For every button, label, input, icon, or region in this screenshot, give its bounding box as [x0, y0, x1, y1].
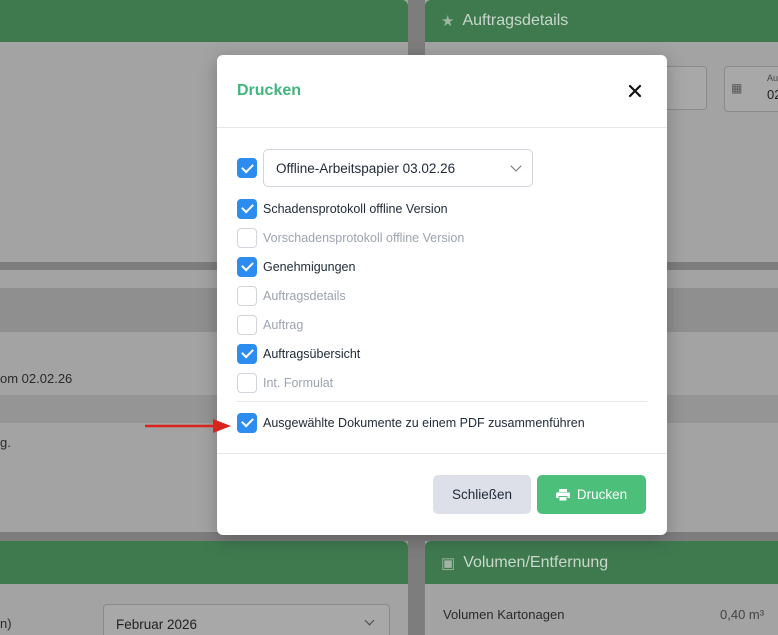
- list-item: Schadensprotokoll offline Version: [237, 194, 647, 223]
- checkbox-genehmigungen[interactable]: [237, 256, 257, 277]
- print-dialog: Drucken Offline-Arbeitspapier 03.02.26 S…: [217, 55, 667, 535]
- close-button[interactable]: [623, 79, 647, 103]
- checkbox-label: Auftrag: [263, 317, 304, 332]
- checkbox-auftragsdetails[interactable]: [237, 285, 257, 306]
- document-select-checkbox[interactable]: [237, 158, 257, 178]
- close-icon: [628, 84, 642, 98]
- document-select[interactable]: Offline-Arbeitspapier 03.02.26: [263, 149, 533, 187]
- checkbox-label: Vorschadensprotokoll offline Version: [263, 230, 465, 245]
- list-item: Auftragsübersicht: [237, 339, 647, 368]
- dialog-footer: Schließen Drucken: [217, 453, 667, 535]
- list-item: Auftrag: [237, 310, 647, 339]
- print-button-label: Drucken: [576, 487, 628, 502]
- dialog-header: Drucken: [217, 55, 667, 128]
- list-item: Int. Formulat: [237, 368, 647, 397]
- checkbox-schadensprotokoll[interactable]: [237, 198, 257, 219]
- merge-pdf-row: Ausgewählte Dokumente zu einem PDF zusam…: [237, 408, 647, 437]
- dialog-body: Offline-Arbeitspapier 03.02.26 Schadensp…: [217, 128, 667, 437]
- checkbox-label: Genehmigungen: [263, 259, 356, 274]
- list-item: Auftragsdetails: [237, 281, 647, 310]
- checkbox-int-formulat[interactable]: [237, 372, 257, 393]
- document-select-row: Offline-Arbeitspapier 03.02.26: [237, 148, 647, 188]
- checkbox-label: Int. Formulat: [263, 375, 334, 390]
- list-item: Vorschadensprotokoll offline Version: [237, 223, 647, 252]
- dialog-title: Drucken: [237, 82, 302, 99]
- checkbox-vorschadensprotokoll[interactable]: [237, 227, 257, 248]
- print-button[interactable]: Drucken: [537, 475, 646, 514]
- document-select-value: Offline-Arbeitspapier 03.02.26: [276, 160, 456, 176]
- checkbox-auftragsuebersicht[interactable]: [237, 343, 257, 364]
- checkbox-label: Schadensprotokoll offline Version: [263, 201, 448, 216]
- checkbox-label: Auftragsdetails: [263, 288, 346, 303]
- chevron-down-icon: [510, 160, 522, 172]
- merge-pdf-label: Ausgewählte Dokumente zu einem PDF zusam…: [263, 415, 585, 430]
- list-item: Genehmigungen: [237, 252, 647, 281]
- close-dialog-button[interactable]: Schließen: [433, 475, 531, 514]
- merge-pdf-checkbox[interactable]: [237, 412, 257, 433]
- checkbox-auftrag[interactable]: [237, 314, 257, 335]
- printer-icon: [555, 488, 570, 501]
- divider: [237, 401, 647, 402]
- arrow-right-icon: [145, 419, 231, 433]
- checkbox-label: Auftragsübersicht: [263, 346, 361, 361]
